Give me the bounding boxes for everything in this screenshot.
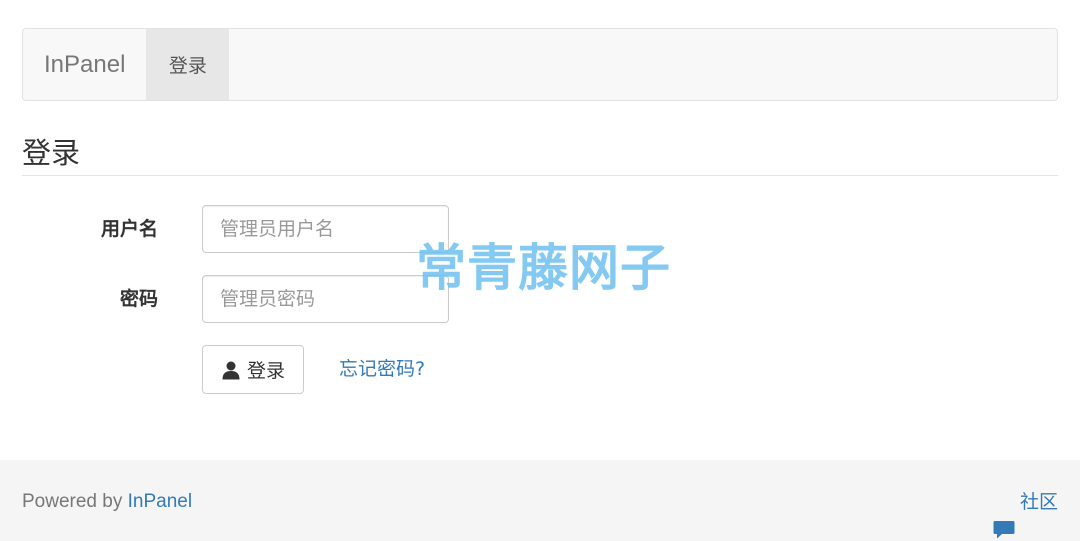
brand-link[interactable]: InPanel [23,29,146,100]
nav-tab-login[interactable]: 登录 [146,29,230,100]
community-link[interactable]: 社区 [993,460,1058,541]
navbar: InPanel 登录 [22,28,1058,101]
footer: Powered by InPanel 社区 [0,460,1080,541]
password-input[interactable] [202,275,449,323]
comment-icon [993,492,1015,539]
password-label: 密码 [119,288,158,310]
page-title: 登录 [22,133,1058,176]
login-page: InPanel 登录 登录 用户名 密码 登录 忘记密码? 常青藤网子 Powe… [0,0,1080,541]
username-label: 用户名 [100,218,158,240]
footer-inpanel-link[interactable]: InPanel [128,491,192,512]
login-button[interactable]: 登录 [202,345,304,394]
username-input[interactable] [202,205,449,253]
user-icon [221,360,241,380]
community-link-label: 社区 [1019,491,1058,513]
footer-powered-prefix: Powered by [22,491,128,512]
login-button-label: 登录 [246,361,285,382]
footer-powered-by: Powered by InPanel [22,460,192,541]
forgot-password-link[interactable]: 忘记密码? [339,345,425,394]
watermark: 常青藤网子 [416,239,671,297]
